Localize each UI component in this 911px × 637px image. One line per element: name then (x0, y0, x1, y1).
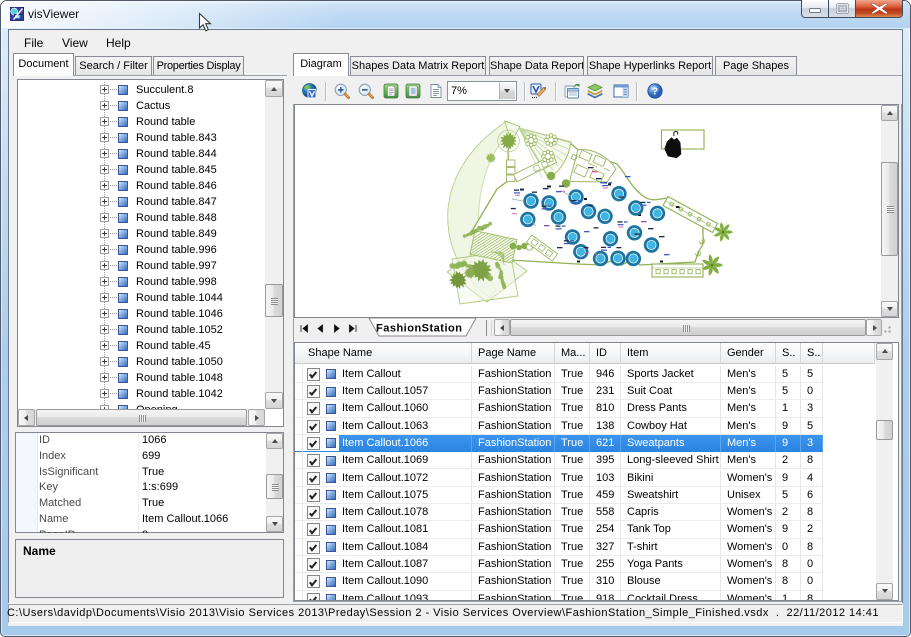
svg-text:?: ? (652, 86, 658, 98)
svg-text:FashionStation: FashionStation (376, 323, 462, 335)
